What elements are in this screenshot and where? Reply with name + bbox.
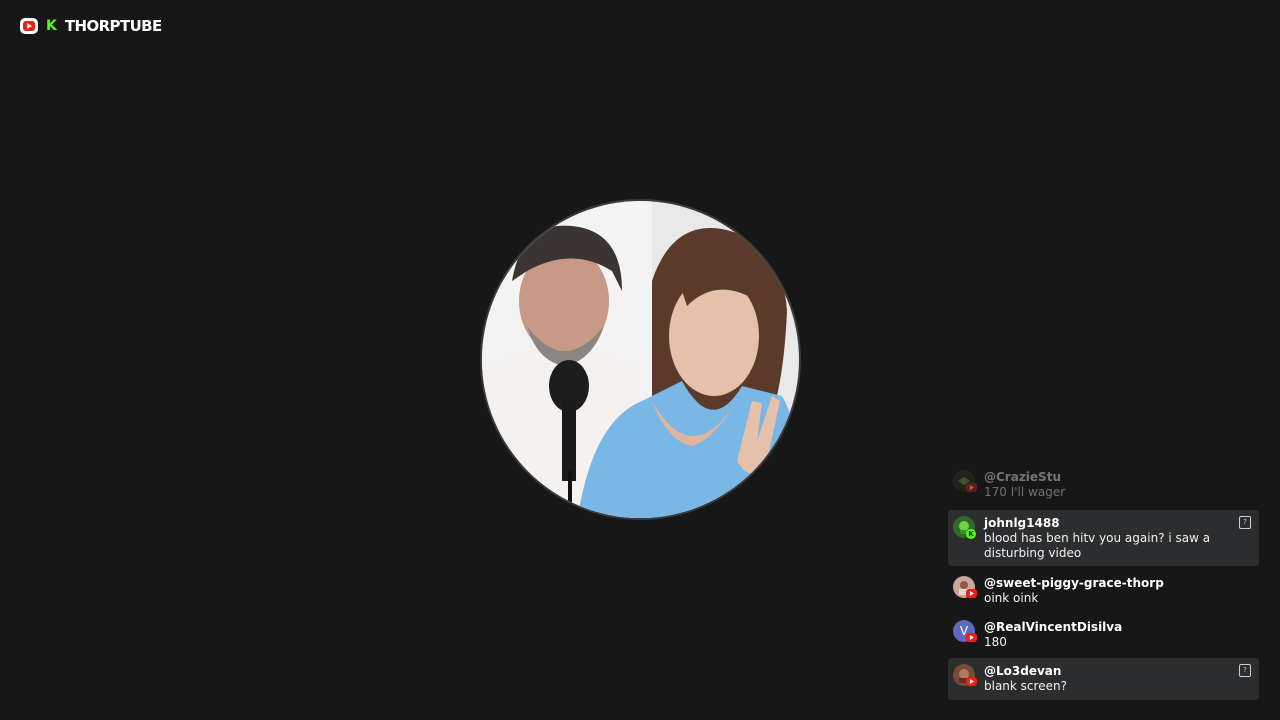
youtube-badge-icon <box>966 483 977 492</box>
youtube-badge-icon <box>966 677 977 686</box>
chat-message: @CrazieStu 170 I'll wager <box>948 464 1259 510</box>
chat-message: V @RealVincentDisilva 180 <box>948 614 1259 658</box>
youtube-badge-icon <box>966 633 977 642</box>
chat-text: 180 <box>984 635 1007 649</box>
chat-panel: @CrazieStu 170 I'll wager K johnlg1488 b… <box>948 464 1259 700</box>
youtube-badge-icon <box>966 589 977 598</box>
chat-username: @sweet-piggy-grace-thorp <box>984 576 1164 590</box>
brand-name: THORPTUBE <box>64 17 162 35</box>
chat-text: blank screen? <box>984 679 1067 693</box>
chat-username: @RealVincentDisilva <box>984 620 1123 634</box>
kick-badge-icon: K <box>966 529 976 539</box>
kick-icon: K <box>46 18 57 34</box>
chat-text: 170 I'll wager <box>984 485 1066 499</box>
chat-text: blood has ben hitv you again? i saw a di… <box>984 531 1211 560</box>
chat-username: @CrazieStu <box>984 470 1061 484</box>
brand-logo: K THORPTUBE <box>20 17 162 35</box>
flag-icon[interactable]: ? <box>1239 516 1251 529</box>
chat-message: @sweet-piggy-grace-thorp oink oink <box>948 570 1259 614</box>
streamer-photo <box>480 199 801 520</box>
chat-message: @Lo3devan blank screen? ? <box>948 658 1259 700</box>
flag-icon[interactable]: ? <box>1239 664 1251 677</box>
chat-message: K johnlg1488 blood has ben hitv you agai… <box>948 510 1259 566</box>
chat-username: @Lo3devan <box>984 664 1062 678</box>
chat-text: oink oink <box>984 591 1039 605</box>
chat-username: johnlg1488 <box>984 516 1060 530</box>
youtube-icon <box>20 18 38 34</box>
